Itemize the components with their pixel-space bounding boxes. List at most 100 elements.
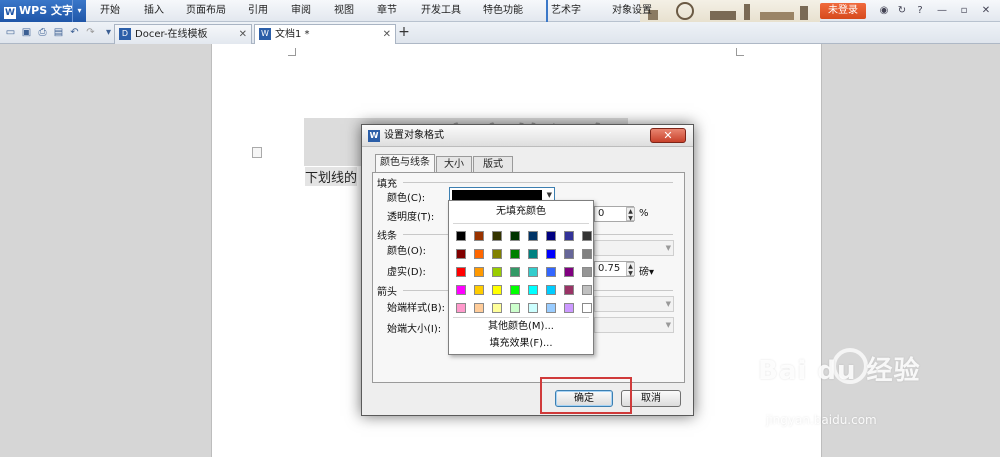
begin-size-dropdown[interactable]: ▼ (594, 317, 674, 333)
document-icon: W (259, 28, 271, 40)
color-swatch[interactable] (474, 303, 484, 313)
color-swatch[interactable] (492, 231, 502, 241)
wps-writer-icon: W (368, 130, 380, 142)
color-swatch[interactable] (546, 249, 556, 259)
menu-wordart[interactable]: 艺术字 (546, 0, 581, 22)
color-swatch[interactable] (564, 285, 574, 295)
dialog-close-button[interactable]: ✕ (650, 128, 686, 143)
app-menu-button[interactable]: W WPS 文字 ▾ (0, 0, 86, 22)
print-icon[interactable]: ⎙ (36, 26, 49, 39)
menu-special-features[interactable]: 特色功能 (483, 0, 523, 22)
line-color-dropdown[interactable]: ▼ (594, 240, 674, 256)
color-swatch[interactable] (582, 231, 592, 241)
watermark-brand: Bai du 经验 (758, 356, 921, 386)
color-swatch[interactable] (474, 267, 484, 277)
more-colors-option[interactable]: 其他颜色(M)... (449, 318, 593, 336)
color-swatch[interactable] (528, 249, 538, 259)
menu-developer[interactable]: 开发工具 (421, 0, 461, 22)
print-preview-icon[interactable]: ▤ (52, 26, 65, 39)
color-swatch[interactable] (528, 285, 538, 295)
color-swatch[interactable] (492, 285, 502, 295)
minimize-button[interactable]: — (936, 4, 948, 17)
menu-view[interactable]: 视图 (334, 0, 354, 22)
open-folder-icon[interactable]: ▭ (4, 26, 17, 39)
color-swatch[interactable] (474, 231, 484, 241)
color-swatch[interactable] (582, 249, 592, 259)
fill-effects-option[interactable]: 填充效果(F)... (449, 335, 593, 353)
menu-home[interactable]: 开始 (100, 0, 120, 22)
color-swatch[interactable] (492, 267, 502, 277)
watermark-url: jingyan.baidu.com (766, 413, 877, 427)
color-swatch[interactable] (546, 303, 556, 313)
tab-label: 文档1 * (275, 29, 310, 40)
color-swatch[interactable] (564, 303, 574, 313)
color-swatch[interactable] (474, 249, 484, 259)
color-swatch[interactable] (564, 231, 574, 241)
percent-unit: % (639, 208, 649, 219)
color-swatch[interactable] (546, 267, 556, 277)
chevron-down-icon: ▼ (665, 244, 671, 252)
menu-page-layout[interactable]: 页面布局 (186, 0, 226, 22)
color-swatch[interactable] (456, 267, 466, 277)
menu-object-settings[interactable]: 对象设置 (598, 0, 652, 22)
highlight-box (540, 377, 632, 414)
restore-button[interactable]: ▫ (958, 4, 970, 17)
tab-colors-and-lines[interactable]: 颜色与线条 (375, 154, 435, 173)
tab-docer-templates[interactable]: D Docer-在线模板 ✕ (114, 24, 252, 44)
menu-references[interactable]: 引用 (248, 0, 268, 22)
chevron-down-icon[interactable]: ▾ (72, 0, 86, 22)
color-swatch[interactable] (546, 285, 556, 295)
color-swatch[interactable] (582, 303, 592, 313)
refresh-icon[interactable]: ↻ (896, 4, 908, 17)
skin-icon[interactable]: ◉ (878, 4, 890, 17)
color-swatch[interactable] (582, 285, 592, 295)
chevron-down-icon: ▼ (665, 321, 671, 329)
paragraph-handle-icon[interactable] (252, 147, 262, 158)
no-fill-color-option[interactable]: 无填充颜色 (449, 203, 593, 221)
color-swatch[interactable] (582, 267, 592, 277)
color-swatch[interactable] (510, 231, 520, 241)
color-swatch[interactable] (510, 285, 520, 295)
fill-section-title: 填充 (377, 179, 397, 190)
help-icon[interactable]: ? (914, 4, 926, 17)
transparency-spinner[interactable]: ▲ ▼ (626, 207, 635, 222)
color-swatch[interactable] (510, 249, 520, 259)
line-weight-spinner[interactable]: ▲ ▼ (626, 262, 635, 277)
menu-review[interactable]: 审阅 (291, 0, 311, 22)
menu-insert[interactable]: 插入 (144, 0, 164, 22)
body-text: 下划线的 (305, 167, 358, 186)
color-swatch[interactable] (546, 231, 556, 241)
color-swatch[interactable] (528, 303, 538, 313)
color-swatch[interactable] (474, 285, 484, 295)
color-swatch[interactable] (456, 303, 466, 313)
color-swatch[interactable] (510, 303, 520, 313)
close-icon[interactable]: ✕ (239, 25, 247, 44)
dialog-title-bar[interactable]: W 设置对象格式 ✕ (362, 125, 693, 147)
color-swatch[interactable] (456, 285, 466, 295)
color-swatch[interactable] (492, 249, 502, 259)
save-icon[interactable]: ▣ (20, 26, 33, 39)
tab-size[interactable]: 大小 (436, 156, 472, 172)
tab-document1[interactable]: W 文档1 * ✕ (254, 24, 396, 44)
color-swatch[interactable] (528, 231, 538, 241)
color-swatch[interactable] (564, 249, 574, 259)
close-icon[interactable]: ✕ (383, 25, 391, 44)
color-swatch[interactable] (456, 231, 466, 241)
menu-chapter[interactable]: 章节 (377, 0, 397, 22)
new-tab-button[interactable]: + (397, 23, 411, 41)
close-window-button[interactable]: ✕ (980, 4, 992, 17)
redo-icon[interactable]: ↷ (84, 26, 97, 39)
color-swatch[interactable] (492, 303, 502, 313)
undo-icon[interactable]: ↶ (68, 26, 81, 39)
begin-style-dropdown[interactable]: ▼ (594, 296, 674, 312)
color-swatch[interactable] (528, 267, 538, 277)
line-weight-unit[interactable]: 磅▾ (639, 263, 654, 278)
color-swatch[interactable] (564, 267, 574, 277)
chevron-down-icon: ▼ (665, 300, 671, 308)
margin-corner (288, 48, 296, 56)
color-palette-popup: 无填充颜色 其他颜色(M)... 填充效果(F)... (448, 200, 594, 355)
login-button[interactable]: 未登录 (820, 3, 866, 19)
color-swatch[interactable] (510, 267, 520, 277)
color-swatch[interactable] (456, 249, 466, 259)
tab-layout[interactable]: 版式 (473, 156, 513, 172)
